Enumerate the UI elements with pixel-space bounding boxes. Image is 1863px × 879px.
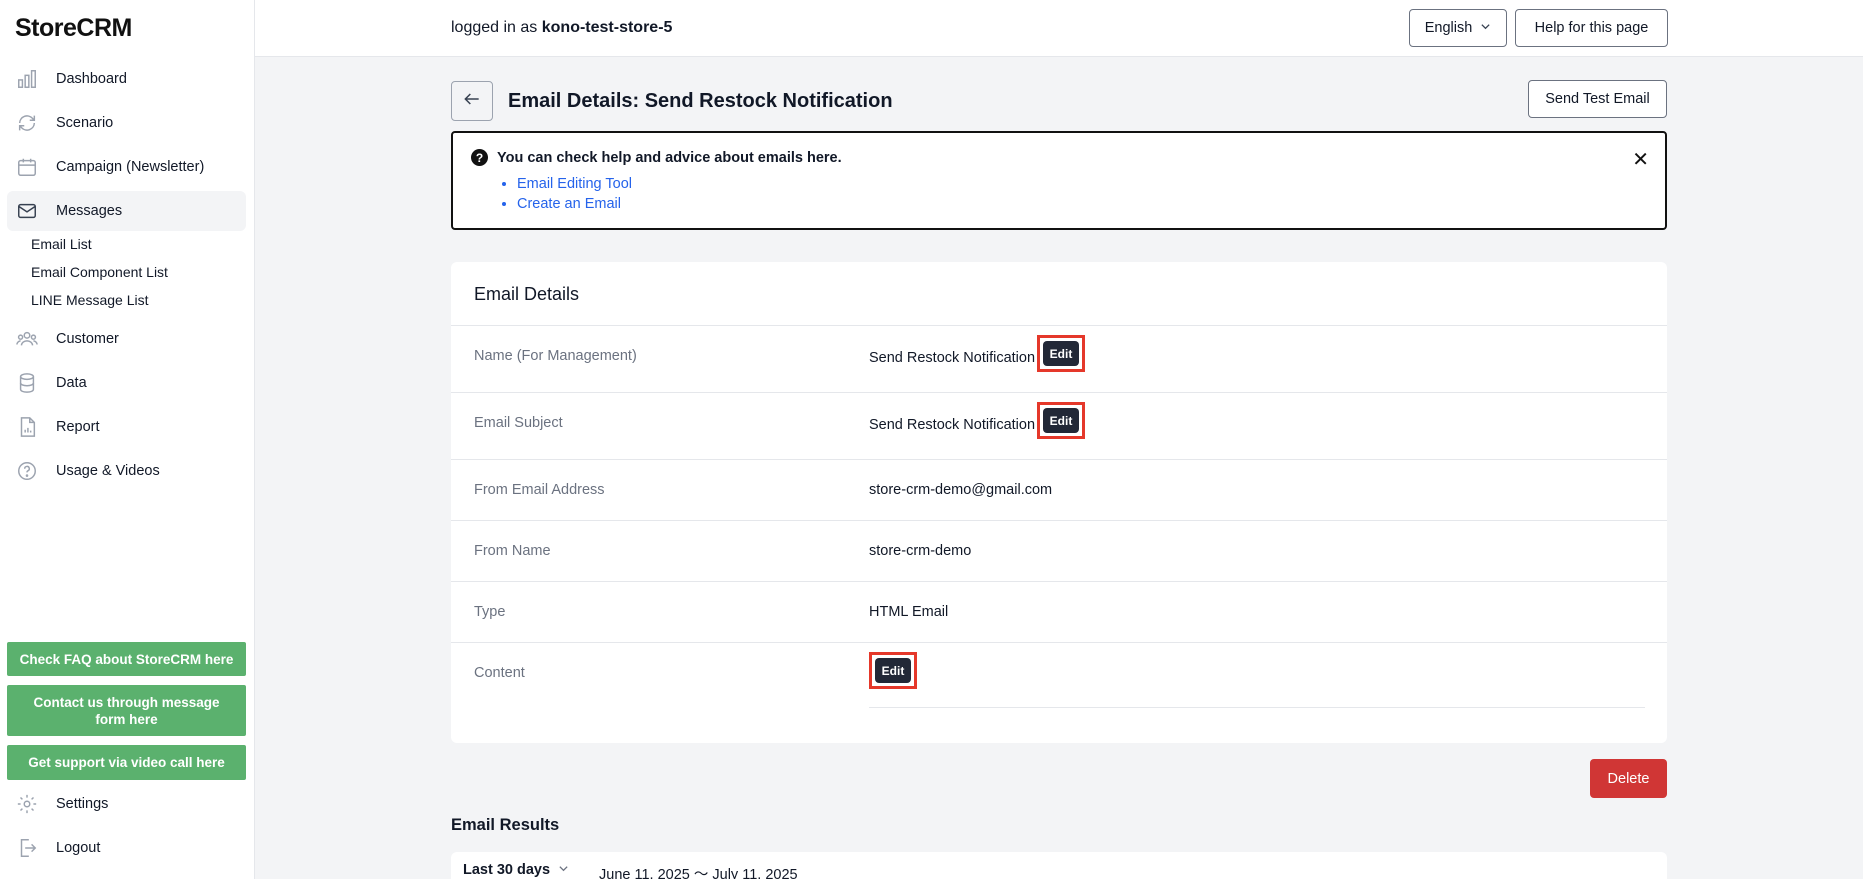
detail-key: Name (For Management) bbox=[474, 348, 637, 364]
back-button[interactable] bbox=[451, 81, 493, 121]
sidebar-item-customer[interactable]: Customer bbox=[7, 319, 246, 359]
detail-row-type: Type HTML Email bbox=[451, 581, 1667, 642]
detail-key: Content bbox=[474, 665, 525, 681]
logout-icon bbox=[16, 837, 38, 859]
detail-row-name: Name (For Management) Send Restock Notif… bbox=[451, 325, 1667, 392]
date-range-value: Last 30 days bbox=[463, 862, 551, 878]
chevron-down-icon bbox=[558, 862, 569, 878]
detail-key: Type bbox=[474, 604, 506, 620]
detail-value: HTML Email bbox=[869, 604, 949, 620]
video-call-support-button[interactable]: Get support via video call here bbox=[7, 745, 246, 780]
email-results-filter-bar: Last 30 days June 11, 2025 〜 July 11, 20… bbox=[451, 852, 1667, 879]
help-links-list: Email Editing Tool Create an Email bbox=[517, 174, 632, 214]
faq-button[interactable]: Check FAQ about StoreCRM here bbox=[7, 642, 246, 676]
sidebar-item-label: Usage & Videos bbox=[56, 463, 160, 479]
detail-row-content: Content Edit bbox=[451, 642, 1667, 743]
date-range-select[interactable]: Last 30 days bbox=[463, 862, 569, 878]
sidebar-item-campaign[interactable]: Campaign (Newsletter) bbox=[7, 147, 246, 187]
detail-value: Send Restock Notification bbox=[869, 350, 1036, 366]
help-page-button[interactable]: Help for this page bbox=[1515, 9, 1668, 47]
email-details-card: Email Details Name (For Management) Send… bbox=[451, 262, 1667, 743]
detail-key: From Name bbox=[474, 543, 551, 559]
database-icon bbox=[16, 372, 38, 394]
detail-value: store-crm-demo@gmail.com bbox=[869, 482, 1053, 498]
sidebar-item-report[interactable]: Report bbox=[7, 407, 246, 447]
sidebar: StoreCRM Dashboard Scenario Campaign (Ne… bbox=[0, 0, 255, 879]
chevron-down-icon bbox=[1480, 20, 1491, 36]
sidebar-item-label: Report bbox=[56, 419, 100, 435]
detail-row-from-email: From Email Address store-crm-demo@gmail.… bbox=[451, 459, 1667, 520]
edit-subject-highlight: Edit bbox=[1037, 402, 1085, 439]
bar-chart-icon bbox=[16, 68, 38, 90]
edit-name-button[interactable]: Edit bbox=[1043, 341, 1079, 366]
store-name: kono-test-store-5 bbox=[541, 19, 673, 36]
arrow-left-icon bbox=[462, 89, 482, 114]
help-link-email-editing-tool[interactable]: Email Editing Tool bbox=[517, 176, 632, 192]
card-title: Email Details bbox=[474, 284, 580, 304]
logged-in-prefix: logged in as bbox=[451, 19, 538, 36]
date-range-text: June 11, 2025 〜 July 11, 2025 bbox=[599, 867, 798, 879]
sidebar-item-usage-videos[interactable]: Usage & Videos bbox=[7, 451, 246, 491]
sidebar-item-messages[interactable]: Messages bbox=[7, 191, 246, 231]
mail-icon bbox=[16, 200, 38, 222]
users-icon bbox=[16, 328, 38, 350]
edit-content-highlight: Edit bbox=[869, 652, 917, 689]
detail-key: Email Subject bbox=[474, 415, 563, 431]
app-logo[interactable]: StoreCRM bbox=[15, 14, 132, 43]
detail-value: store-crm-demo bbox=[869, 543, 972, 559]
detail-row-from-name: From Name store-crm-demo bbox=[451, 520, 1667, 581]
refresh-icon bbox=[16, 112, 38, 134]
sidebar-subitem-email-list[interactable]: Email List bbox=[31, 236, 92, 252]
sidebar-item-label: Logout bbox=[56, 840, 101, 856]
edit-name-highlight: Edit bbox=[1037, 335, 1085, 372]
calendar-icon bbox=[16, 156, 38, 178]
sidebar-item-label: Scenario bbox=[56, 115, 114, 131]
sidebar-item-settings[interactable]: Settings bbox=[7, 784, 246, 824]
top-bar: logged in as kono-test-store-5 English H… bbox=[255, 0, 1863, 57]
logged-in-status: logged in as kono-test-store-5 bbox=[451, 19, 672, 37]
question-circle-icon: ? bbox=[471, 149, 488, 166]
document-chart-icon bbox=[16, 416, 38, 438]
email-results-title: Email Results bbox=[451, 816, 560, 834]
sidebar-item-logout[interactable]: Logout bbox=[7, 828, 246, 868]
help-link-create-email[interactable]: Create an Email bbox=[517, 196, 621, 212]
sidebar-item-label: Campaign (Newsletter) bbox=[56, 159, 205, 175]
help-info-box: ? You can check help and advice about em… bbox=[451, 131, 1667, 230]
language-value: English bbox=[1424, 20, 1473, 36]
sidebar-subitem-email-component-list[interactable]: Email Component List bbox=[31, 264, 168, 280]
contact-form-button[interactable]: Contact us through message form here bbox=[7, 685, 246, 736]
detail-key: From Email Address bbox=[474, 482, 605, 498]
question-icon bbox=[16, 460, 38, 482]
detail-row-subject: Email Subject Send Restock Notification … bbox=[451, 392, 1667, 459]
sidebar-item-data[interactable]: Data bbox=[7, 363, 246, 403]
sidebar-item-label: Settings bbox=[56, 796, 109, 812]
sidebar-item-label: Data bbox=[56, 375, 87, 391]
delete-button[interactable]: Delete bbox=[1590, 759, 1667, 798]
sidebar-item-scenario[interactable]: Scenario bbox=[7, 103, 246, 143]
content-divider bbox=[869, 707, 1645, 708]
gear-icon bbox=[16, 793, 38, 815]
close-icon[interactable]: ✕ bbox=[1632, 147, 1649, 172]
send-test-email-button[interactable]: Send Test Email bbox=[1528, 80, 1667, 118]
page-title: Email Details: Send Restock Notification bbox=[508, 90, 893, 112]
detail-value: Send Restock Notification bbox=[869, 417, 1036, 433]
help-box-title: You can check help and advice about emai… bbox=[497, 150, 842, 166]
language-select[interactable]: English bbox=[1409, 9, 1507, 47]
edit-content-button[interactable]: Edit bbox=[875, 658, 911, 683]
sidebar-item-label: Dashboard bbox=[56, 71, 127, 87]
sidebar-item-label: Messages bbox=[56, 203, 123, 219]
sidebar-item-dashboard[interactable]: Dashboard bbox=[7, 59, 246, 99]
sidebar-item-label: Customer bbox=[56, 331, 119, 347]
edit-subject-button[interactable]: Edit bbox=[1043, 408, 1079, 433]
sidebar-subitem-line-message-list[interactable]: LINE Message List bbox=[31, 292, 149, 308]
